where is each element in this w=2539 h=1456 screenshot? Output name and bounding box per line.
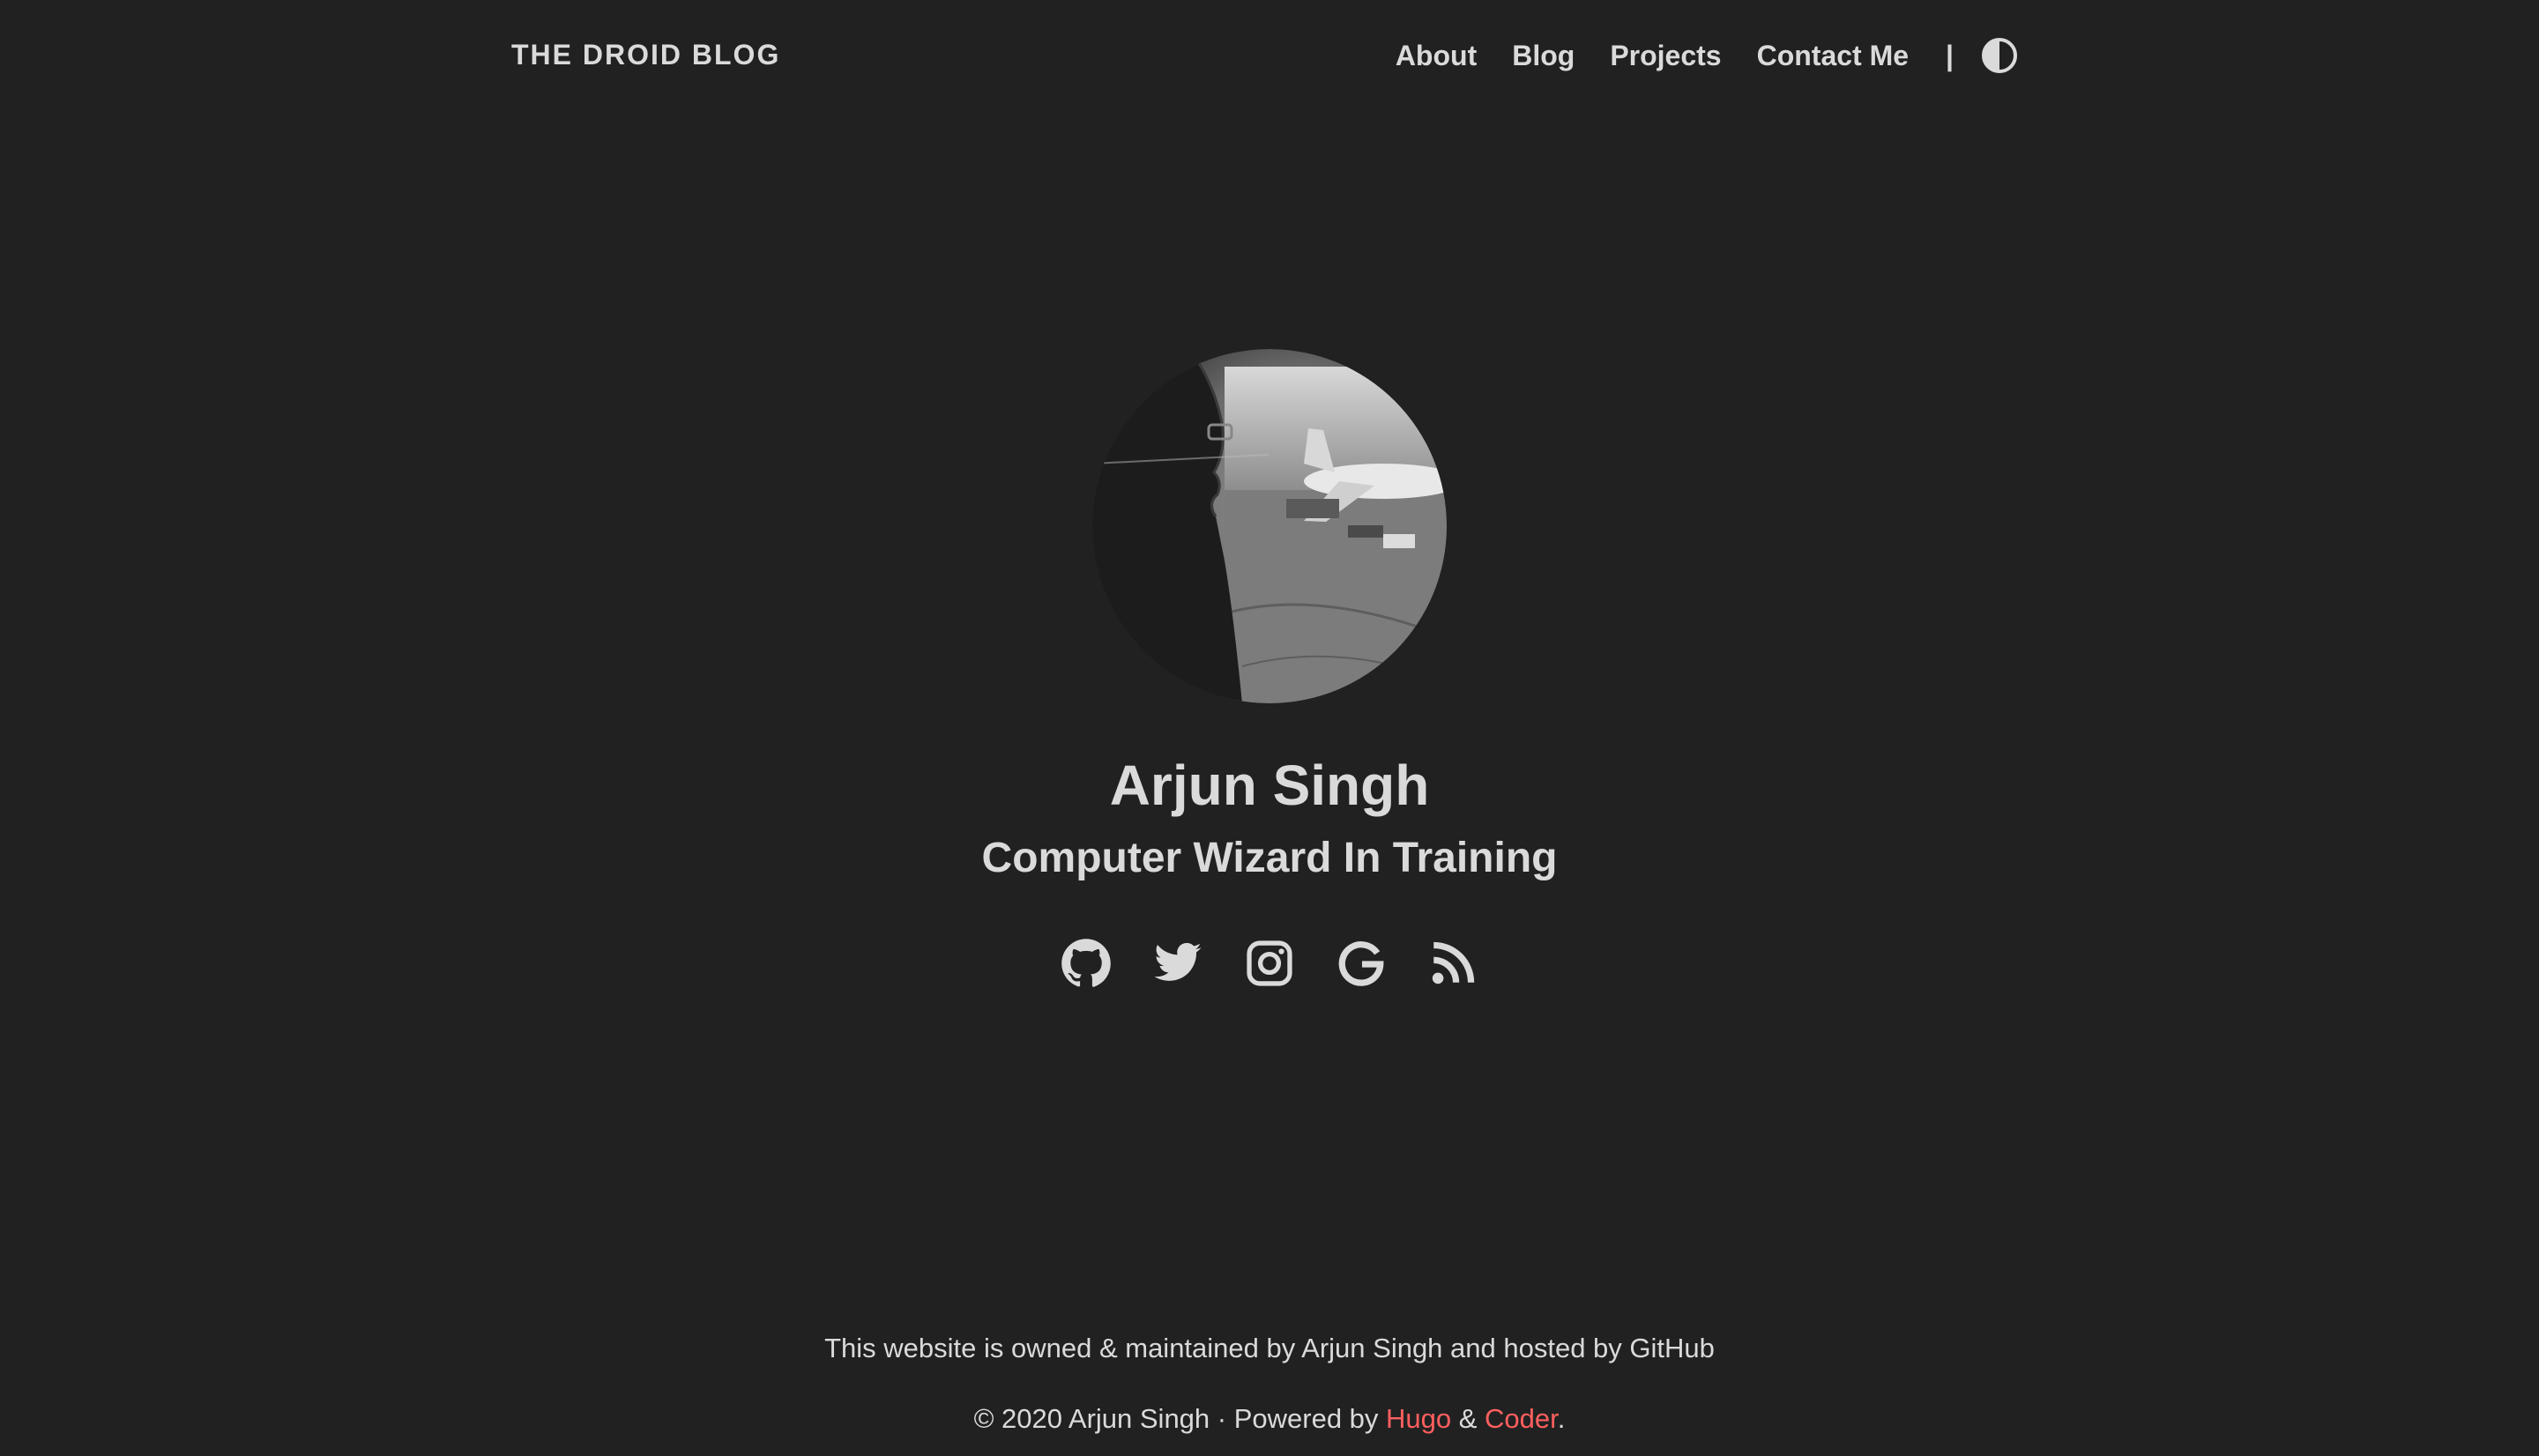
instagram-icon: [1247, 940, 1292, 986]
site-footer: This website is owned & maintained by Ar…: [0, 1326, 2539, 1442]
hugo-link[interactable]: Hugo: [1386, 1403, 1451, 1434]
social-links: [0, 938, 2539, 989]
copyright-text: © 2020 Arjun Singh · Powered by: [973, 1403, 1387, 1434]
rss-link[interactable]: [1427, 938, 1478, 989]
nav-item-blog[interactable]: Blog: [1512, 32, 1575, 79]
nav-separator: |: [1946, 40, 1954, 71]
nav-menu: About Blog Projects Contact Me |: [1360, 32, 2019, 79]
profile-section: Arjun Singh Computer Wizard In Training: [0, 349, 2539, 989]
theme-toggle-button[interactable]: [1980, 36, 2019, 75]
nav-item-about[interactable]: About: [1396, 32, 1477, 79]
ampersand-text: &: [1451, 1403, 1485, 1434]
github-icon: [1061, 939, 1111, 987]
google-link[interactable]: [1336, 938, 1387, 989]
nav-item-contact-me[interactable]: Contact Me: [1757, 32, 1909, 79]
coder-link[interactable]: Coder: [1485, 1403, 1558, 1434]
contrast-icon: [1982, 38, 2017, 73]
avatar: [1092, 349, 1447, 703]
google-icon: [1338, 941, 1384, 986]
instagram-link[interactable]: [1244, 938, 1295, 989]
ownership-notice: This website is owned & maintained by Ar…: [824, 1333, 1715, 1363]
rss-icon: [1432, 941, 1475, 984]
nav-item-projects[interactable]: Projects: [1610, 32, 1721, 79]
twitter-icon: [1154, 942, 1202, 981]
copyright-line: © 2020 Arjun Singh · Powered by Hugo & C…: [0, 1396, 2539, 1442]
twitter-link[interactable]: [1152, 938, 1203, 989]
period-text: .: [1557, 1403, 1566, 1434]
site-brand-link[interactable]: THE DROID BLOG: [511, 35, 780, 74]
github-link[interactable]: [1061, 938, 1112, 989]
profile-tagline: Computer Wizard In Training: [981, 835, 1558, 881]
top-navigation: THE DROID BLOG About Blog Projects Conta…: [0, 0, 2539, 111]
profile-name: Arjun Singh: [1109, 754, 1430, 817]
